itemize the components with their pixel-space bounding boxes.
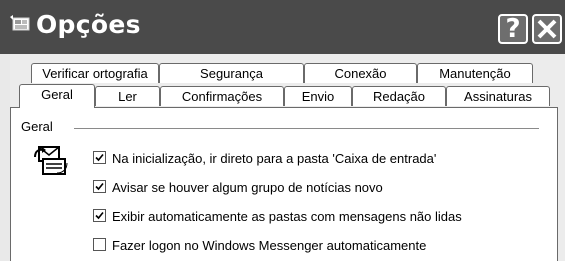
close-button[interactable] [532, 14, 562, 44]
tab-manutencao[interactable]: Manutenção [417, 63, 533, 83]
tab-panel-geral: Geral Na inicialização, ir direto para a… [10, 107, 558, 261]
option-go-to-inbox[interactable]: Na inicialização, ir direto para a pasta… [93, 151, 436, 167]
window-title: Opções [36, 10, 141, 39]
option-messenger-logon[interactable]: Fazer logon no Windows Messenger automat… [93, 238, 426, 254]
group-divider [74, 128, 539, 129]
tab-seguranca[interactable]: Segurança [159, 63, 304, 83]
checkbox-messenger-logon[interactable] [93, 238, 106, 251]
tab-conexao[interactable]: Conexão [304, 63, 417, 83]
checkbox-show-unread-folders[interactable] [93, 209, 106, 222]
option-label: Exibir automaticamente as pastas com men… [112, 209, 462, 224]
option-label: Avisar se houver algum grupo de notícias… [112, 180, 383, 195]
mail-send-receive-icon [34, 146, 68, 175]
checkbox-newsgroups-notify[interactable] [93, 180, 106, 193]
tab-ler[interactable]: Ler [95, 86, 160, 106]
checkmark-icon [95, 153, 104, 162]
tab-envio[interactable]: Envio [284, 86, 352, 106]
tab-geral[interactable]: Geral [19, 84, 95, 108]
newspaper-icon [10, 15, 30, 31]
option-label: Fazer logon no Windows Messenger automat… [112, 238, 427, 253]
title-bar[interactable]: Opções ? [0, 0, 565, 54]
option-newsgroups-notify[interactable]: Avisar se houver algum grupo de notícias… [93, 180, 383, 196]
tab-verificar-ortografia[interactable]: Verificar ortografia [31, 63, 159, 83]
checkmark-icon [95, 182, 104, 191]
tab-confirmacoes[interactable]: Confirmações [160, 86, 284, 106]
option-show-unread-folders[interactable]: Exibir automaticamente as pastas com men… [93, 209, 462, 225]
help-button[interactable]: ? [498, 14, 528, 44]
group-label: Geral [21, 119, 53, 134]
checkbox-go-to-inbox[interactable] [93, 151, 106, 164]
options-dialog: Opções ? Verificar ortografia Segurança … [0, 0, 565, 261]
option-label: Na inicialização, ir direto para a pasta… [112, 151, 437, 166]
tab-redacao[interactable]: Redação [352, 86, 446, 106]
checkmark-icon [95, 211, 104, 220]
tab-assinaturas[interactable]: Assinaturas [446, 86, 550, 106]
close-icon [537, 19, 557, 39]
